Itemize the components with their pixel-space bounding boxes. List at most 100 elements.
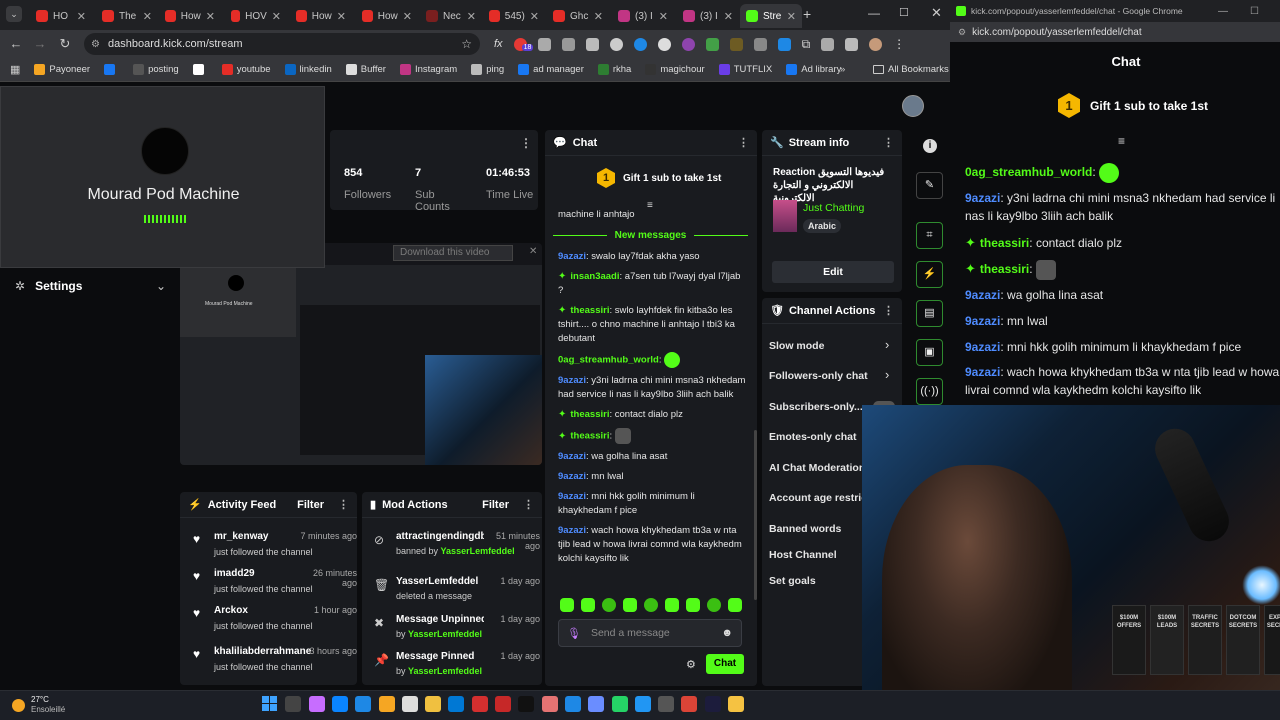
bookmark-item[interactable] xyxy=(192,64,208,75)
emote-icon[interactable] xyxy=(602,598,616,612)
opera-icon[interactable] xyxy=(471,696,488,712)
mod-more-icon[interactable]: ⋮ xyxy=(523,498,534,511)
chat-username[interactable]: 9azazi xyxy=(558,375,586,386)
minimize-button[interactable]: — xyxy=(868,6,880,20)
channel-action-item[interactable]: Banned words xyxy=(769,523,841,535)
close-window-button[interactable]: ✕ xyxy=(931,5,942,21)
chat-username[interactable]: theassiri xyxy=(570,305,609,316)
emote-icon[interactable] xyxy=(686,598,700,612)
chat-username[interactable]: 9azazi xyxy=(558,251,586,262)
channel-action-item[interactable]: Emotes-only chat xyxy=(769,431,857,443)
site-info-icon[interactable]: ⚙ xyxy=(958,27,966,38)
ext-icon[interactable] xyxy=(681,37,695,51)
chat-username[interactable]: 9azazi xyxy=(558,491,586,502)
chat-username[interactable]: 9azazi xyxy=(558,471,586,482)
app-icon[interactable] xyxy=(401,696,418,712)
mod-action-name[interactable]: Message Unpinned xyxy=(396,614,484,625)
bookmark-item[interactable] xyxy=(104,64,119,75)
ext-icon[interactable] xyxy=(657,37,671,51)
stats-more-icon[interactable]: ⋮ xyxy=(520,136,532,150)
browser-tab[interactable]: (3) I ✕ xyxy=(612,4,674,28)
extensions-puzzle-icon[interactable]: ⧉ xyxy=(802,37,811,52)
channel-action-item[interactable]: Account age restric xyxy=(769,492,867,504)
mod-action-by[interactable]: YasserLemfeddel xyxy=(408,629,482,639)
mod-action-by[interactable]: YasserLemfeddel xyxy=(408,666,482,676)
browser-tab[interactable]: Ghc ✕ xyxy=(547,4,609,28)
user-avatar[interactable] xyxy=(902,95,924,117)
copilot-icon[interactable] xyxy=(308,696,325,712)
back-icon[interactable]: ← xyxy=(8,36,24,52)
chrome-icon[interactable] xyxy=(681,696,698,712)
chevron-right-icon[interactable]: › xyxy=(885,337,889,352)
app-icon[interactable] xyxy=(728,696,744,712)
ext-icon[interactable] xyxy=(777,37,791,51)
channel-action-item[interactable]: AI Chat Moderation xyxy=(769,462,865,474)
ext-icon[interactable] xyxy=(537,37,551,51)
mod-action-name[interactable]: YasserLemfeddel xyxy=(396,576,484,587)
browser-tab[interactable]: (3) I ✕ xyxy=(677,4,739,28)
chat-username[interactable]: 0ag_streamhub_world xyxy=(965,165,1092,179)
edit-pencil-icon[interactable]: ✎ xyxy=(916,172,943,199)
emote-icon[interactable] xyxy=(560,598,574,612)
new-tab-button[interactable]: + xyxy=(803,6,811,22)
app-icon[interactable] xyxy=(588,696,605,712)
bookmark-star-icon[interactable]: ☆ xyxy=(461,37,472,51)
bookmark-item[interactable]: youtube xyxy=(221,64,271,75)
chat-username[interactable]: theassiri xyxy=(570,409,609,420)
chat-username[interactable]: 9azazi xyxy=(965,314,1000,328)
chat-scrollbar[interactable] xyxy=(754,430,757,600)
all-bookmarks[interactable]: All Bookmarks xyxy=(873,64,949,75)
chat-username[interactable]: theassiri xyxy=(570,431,609,442)
app-icon[interactable] xyxy=(634,696,651,712)
tab-close-icon[interactable]: ✕ xyxy=(77,10,86,23)
ext-icon[interactable] xyxy=(821,37,835,51)
app-icon[interactable] xyxy=(658,696,675,712)
channel-action-item[interactable]: Set goals xyxy=(769,575,816,587)
activity-filter[interactable]: Filter xyxy=(297,499,324,511)
gift-banner[interactable]: 1 Gift 1 sub to take 1st xyxy=(597,168,721,188)
bookmarks-overflow-icon[interactable]: » xyxy=(840,64,845,75)
browser-tab[interactable]: How ✕ xyxy=(356,4,418,28)
chat-icon[interactable]: ▣ xyxy=(916,339,943,366)
notes-icon[interactable]: ▤ xyxy=(916,300,943,327)
task-view-icon[interactable] xyxy=(285,696,302,712)
chat-username[interactable]: 9azazi xyxy=(965,288,1000,302)
chevron-right-icon[interactable]: › xyxy=(885,367,889,382)
tab-close-icon[interactable]: ✕ xyxy=(724,10,733,23)
browser-tab[interactable]: HO ✕ xyxy=(30,4,92,28)
ext-fx-icon[interactable]: fx xyxy=(494,38,503,50)
sidebar-settings[interactable]: ✲ Settings ⌄ xyxy=(0,272,178,300)
app-icon[interactable] xyxy=(355,696,372,712)
tiktok-icon[interactable] xyxy=(518,696,535,712)
browser-tab[interactable]: 545) ✕ xyxy=(483,4,545,28)
popout-pinned-expand-icon[interactable]: ≡ xyxy=(1118,134,1125,148)
mod-action-name[interactable]: attractingendingdb xyxy=(396,531,484,542)
tab-close-icon[interactable]: ✕ xyxy=(594,10,603,23)
chat-input[interactable]: 🎙 Send a message ☻ xyxy=(558,619,742,647)
channel-action-item[interactable]: Slow mode xyxy=(769,340,824,352)
mod-filter[interactable]: Filter xyxy=(482,499,509,511)
bookmark-item[interactable]: ping xyxy=(471,64,504,75)
profile-avatar-icon[interactable] xyxy=(869,37,883,51)
emote-icon[interactable] xyxy=(581,598,595,612)
pinned-expand-icon[interactable]: ≡ xyxy=(647,200,653,211)
browser-tab[interactable]: The ✕ xyxy=(96,4,158,28)
popout-gift-banner[interactable]: 1 Gift 1 sub to take 1st xyxy=(1058,93,1208,118)
bookmark-item[interactable]: rkha xyxy=(597,64,631,75)
browser-tab[interactable]: Nec ✕ xyxy=(420,4,482,28)
chrome-menu-icon[interactable]: ⋮ xyxy=(893,37,905,51)
chat-username[interactable]: 9azazi xyxy=(965,191,1000,205)
chat-username[interactable]: 9azazi xyxy=(965,340,1000,354)
edit-button[interactable]: Edit xyxy=(772,261,894,283)
tab-close-icon[interactable]: ✕ xyxy=(787,10,796,23)
screenshot-icon[interactable]: ⌗ xyxy=(916,222,943,249)
ext-icon[interactable] xyxy=(753,37,767,51)
chat-username[interactable]: 0ag_streamhub_world xyxy=(558,355,659,366)
tab-close-icon[interactable]: ✕ xyxy=(206,10,215,23)
chat-send-button[interactable]: Chat xyxy=(706,654,744,674)
tab-close-icon[interactable]: ✕ xyxy=(143,10,152,23)
download-video-button[interactable]: Download this video xyxy=(393,245,513,261)
maximize-button[interactable]: ☐ xyxy=(899,6,909,19)
channel-action-item[interactable]: Subscribers-only... xyxy=(769,401,863,413)
store-icon[interactable] xyxy=(425,696,442,712)
